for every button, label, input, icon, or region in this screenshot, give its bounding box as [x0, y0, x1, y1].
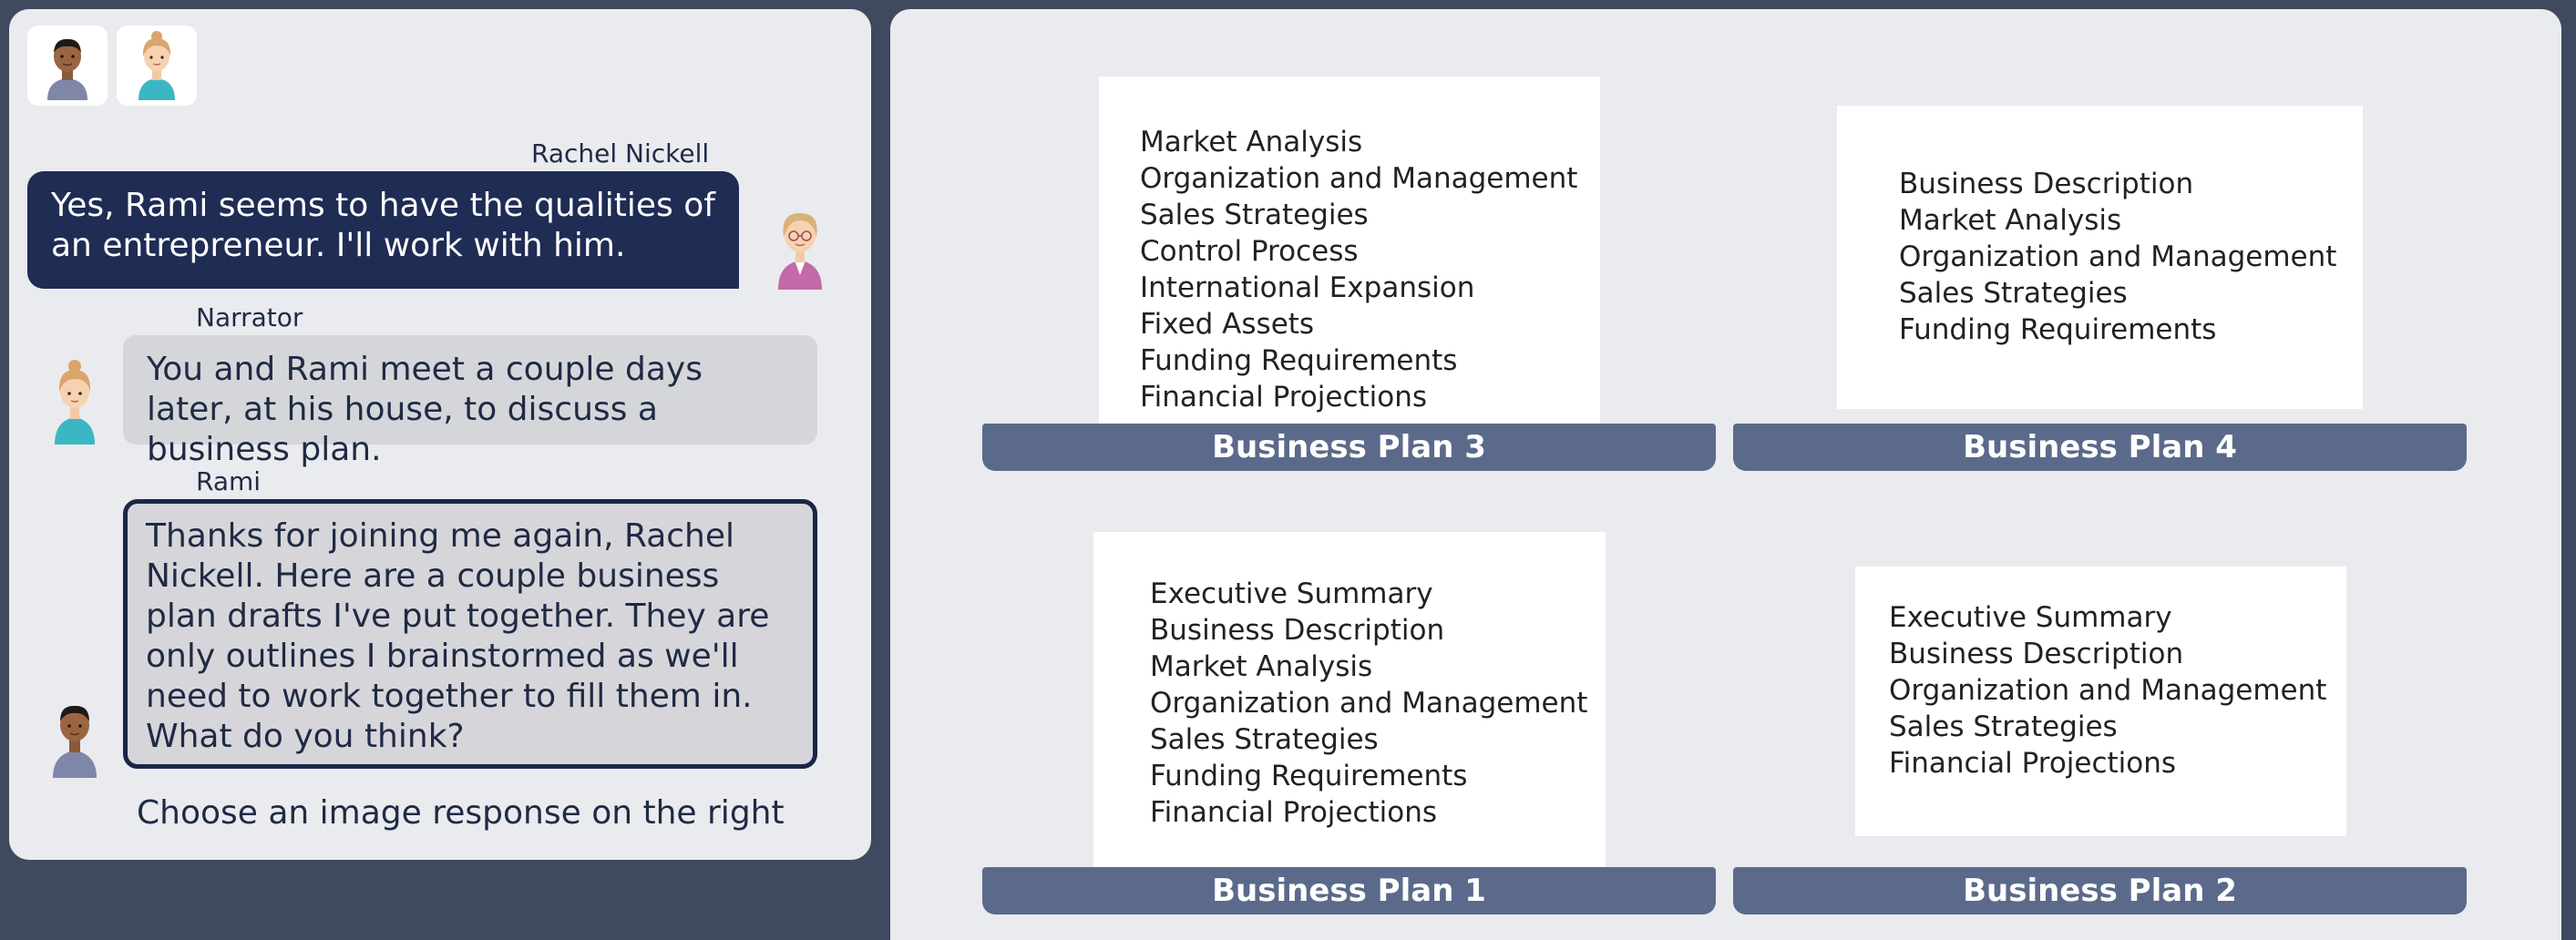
plan-item: Business Description	[1899, 168, 2194, 200]
plan-item: Sales Strategies	[1140, 199, 1369, 231]
chat-bubble-narrator: You and Rami meet a couple days later, a…	[123, 335, 817, 468]
plan-document: Executive Summary Business Description O…	[1855, 567, 2346, 836]
plan-item: Organization and Management	[1889, 674, 2327, 707]
plan-item: Fixed Assets	[1140, 308, 1315, 341]
plan-item: Financial Projections	[1889, 747, 2177, 780]
response-prompt: Choose an image response on the right	[137, 794, 785, 832]
plan-item: Organization and Management	[1140, 162, 1578, 195]
plan-item: Funding Requirements	[1899, 313, 2217, 346]
chat-bubble-player: Yes, Rami seems to have the qualities of…	[27, 171, 739, 289]
avatar-tab-rami[interactable]	[27, 26, 108, 106]
plan-item: Sales Strategies	[1899, 277, 2128, 310]
plan-document: Executive Summary Business Description M…	[1093, 532, 1606, 867]
plan-item: Sales Strategies	[1889, 710, 2118, 743]
plan-item: Funding Requirements	[1140, 344, 1458, 377]
plan-item: International Expansion	[1140, 271, 1475, 304]
speaker-name: Rami	[196, 466, 262, 496]
speaker-name: Narrator	[196, 302, 303, 332]
speaker-name: Rachel Nickell	[531, 138, 710, 169]
plan-item: Market Analysis	[1150, 650, 1373, 683]
plan-item: Business Description	[1150, 614, 1445, 647]
plan-item: Executive Summary	[1889, 601, 2172, 634]
plan-item: Executive Summary	[1150, 577, 1433, 610]
chat-panel: Rachel Nickell Yes, Rami seems to have t…	[9, 9, 871, 860]
choice-label[interactable]: Business Plan 3	[982, 424, 1716, 471]
plan-document: Business Description Market Analysis Org…	[1837, 106, 2363, 409]
choices-panel: Market Analysis Organization and Managem…	[890, 9, 2561, 940]
rami-avatar-icon	[53, 705, 97, 778]
plan-item: Market Analysis	[1899, 204, 2122, 237]
female-avatar-icon	[139, 31, 175, 100]
plan-document: Market Analysis Organization and Managem…	[1099, 77, 1600, 424]
plan-item: Financial Projections	[1140, 381, 1428, 414]
plan-item: Control Process	[1140, 235, 1359, 268]
plan-item: Funding Requirements	[1150, 760, 1468, 792]
choice-label[interactable]: Business Plan 2	[1733, 867, 2467, 914]
plan-item: Organization and Management	[1899, 240, 2337, 273]
plan-item: Financial Projections	[1150, 796, 1438, 829]
chat-bubble-rami: Thanks for joining me again, Rachel Nick…	[123, 499, 817, 769]
player-avatar-icon	[778, 213, 822, 290]
plan-item: Business Description	[1889, 638, 2184, 670]
plan-item: Organization and Management	[1150, 687, 1588, 720]
choice-label[interactable]: Business Plan 1	[982, 867, 1716, 914]
choice-label[interactable]: Business Plan 4	[1733, 424, 2467, 471]
male-avatar-icon	[47, 38, 87, 100]
plan-item: Market Analysis	[1140, 126, 1363, 158]
plan-item: Sales Strategies	[1150, 723, 1379, 756]
avatar-tab-narrator[interactable]	[117, 26, 197, 106]
narrator-avatar-icon	[55, 360, 95, 444]
